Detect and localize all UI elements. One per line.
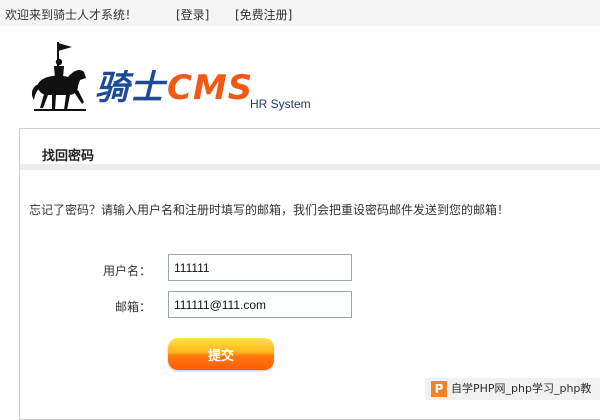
knight-on-horse-icon bbox=[28, 40, 92, 116]
top-bar: 欢迎来到骑士人才系统！ [登录] [免费注册] bbox=[0, 0, 600, 26]
site-header: 骑士CMS HR System bbox=[0, 26, 600, 118]
watermark-text: 自学PHP网_php学习_php教 bbox=[451, 382, 592, 395]
watermark: P 自学PHP网_php学习_php教 bbox=[425, 378, 600, 400]
panel-title: 找回密码 bbox=[42, 149, 95, 164]
instruction-text: 忘记了密码？请输入用户名和注册时填写的邮箱，我们会把重设密码邮件发送到您的邮箱！ bbox=[29, 203, 510, 217]
brand-cms: CMS bbox=[167, 68, 254, 108]
panel-header: 找回密码 bbox=[20, 129, 600, 170]
submit-button[interactable]: 提交 bbox=[168, 338, 274, 370]
email-label: 邮箱： bbox=[114, 300, 151, 314]
username-label: 用户名： bbox=[102, 264, 151, 278]
register-link[interactable]: [免费注册] bbox=[235, 8, 292, 22]
welcome-text: 欢迎来到骑士人才系统！ bbox=[5, 8, 138, 22]
php-logo-icon: P bbox=[431, 381, 447, 397]
username-input[interactable] bbox=[168, 254, 352, 281]
email-input[interactable] bbox=[168, 291, 352, 318]
brand-subtitle: HR System bbox=[250, 97, 311, 111]
brand-cn: 骑士 bbox=[95, 68, 165, 108]
brand-logo: 骑士CMS bbox=[95, 70, 253, 106]
login-link[interactable]: [登录] bbox=[176, 8, 209, 22]
